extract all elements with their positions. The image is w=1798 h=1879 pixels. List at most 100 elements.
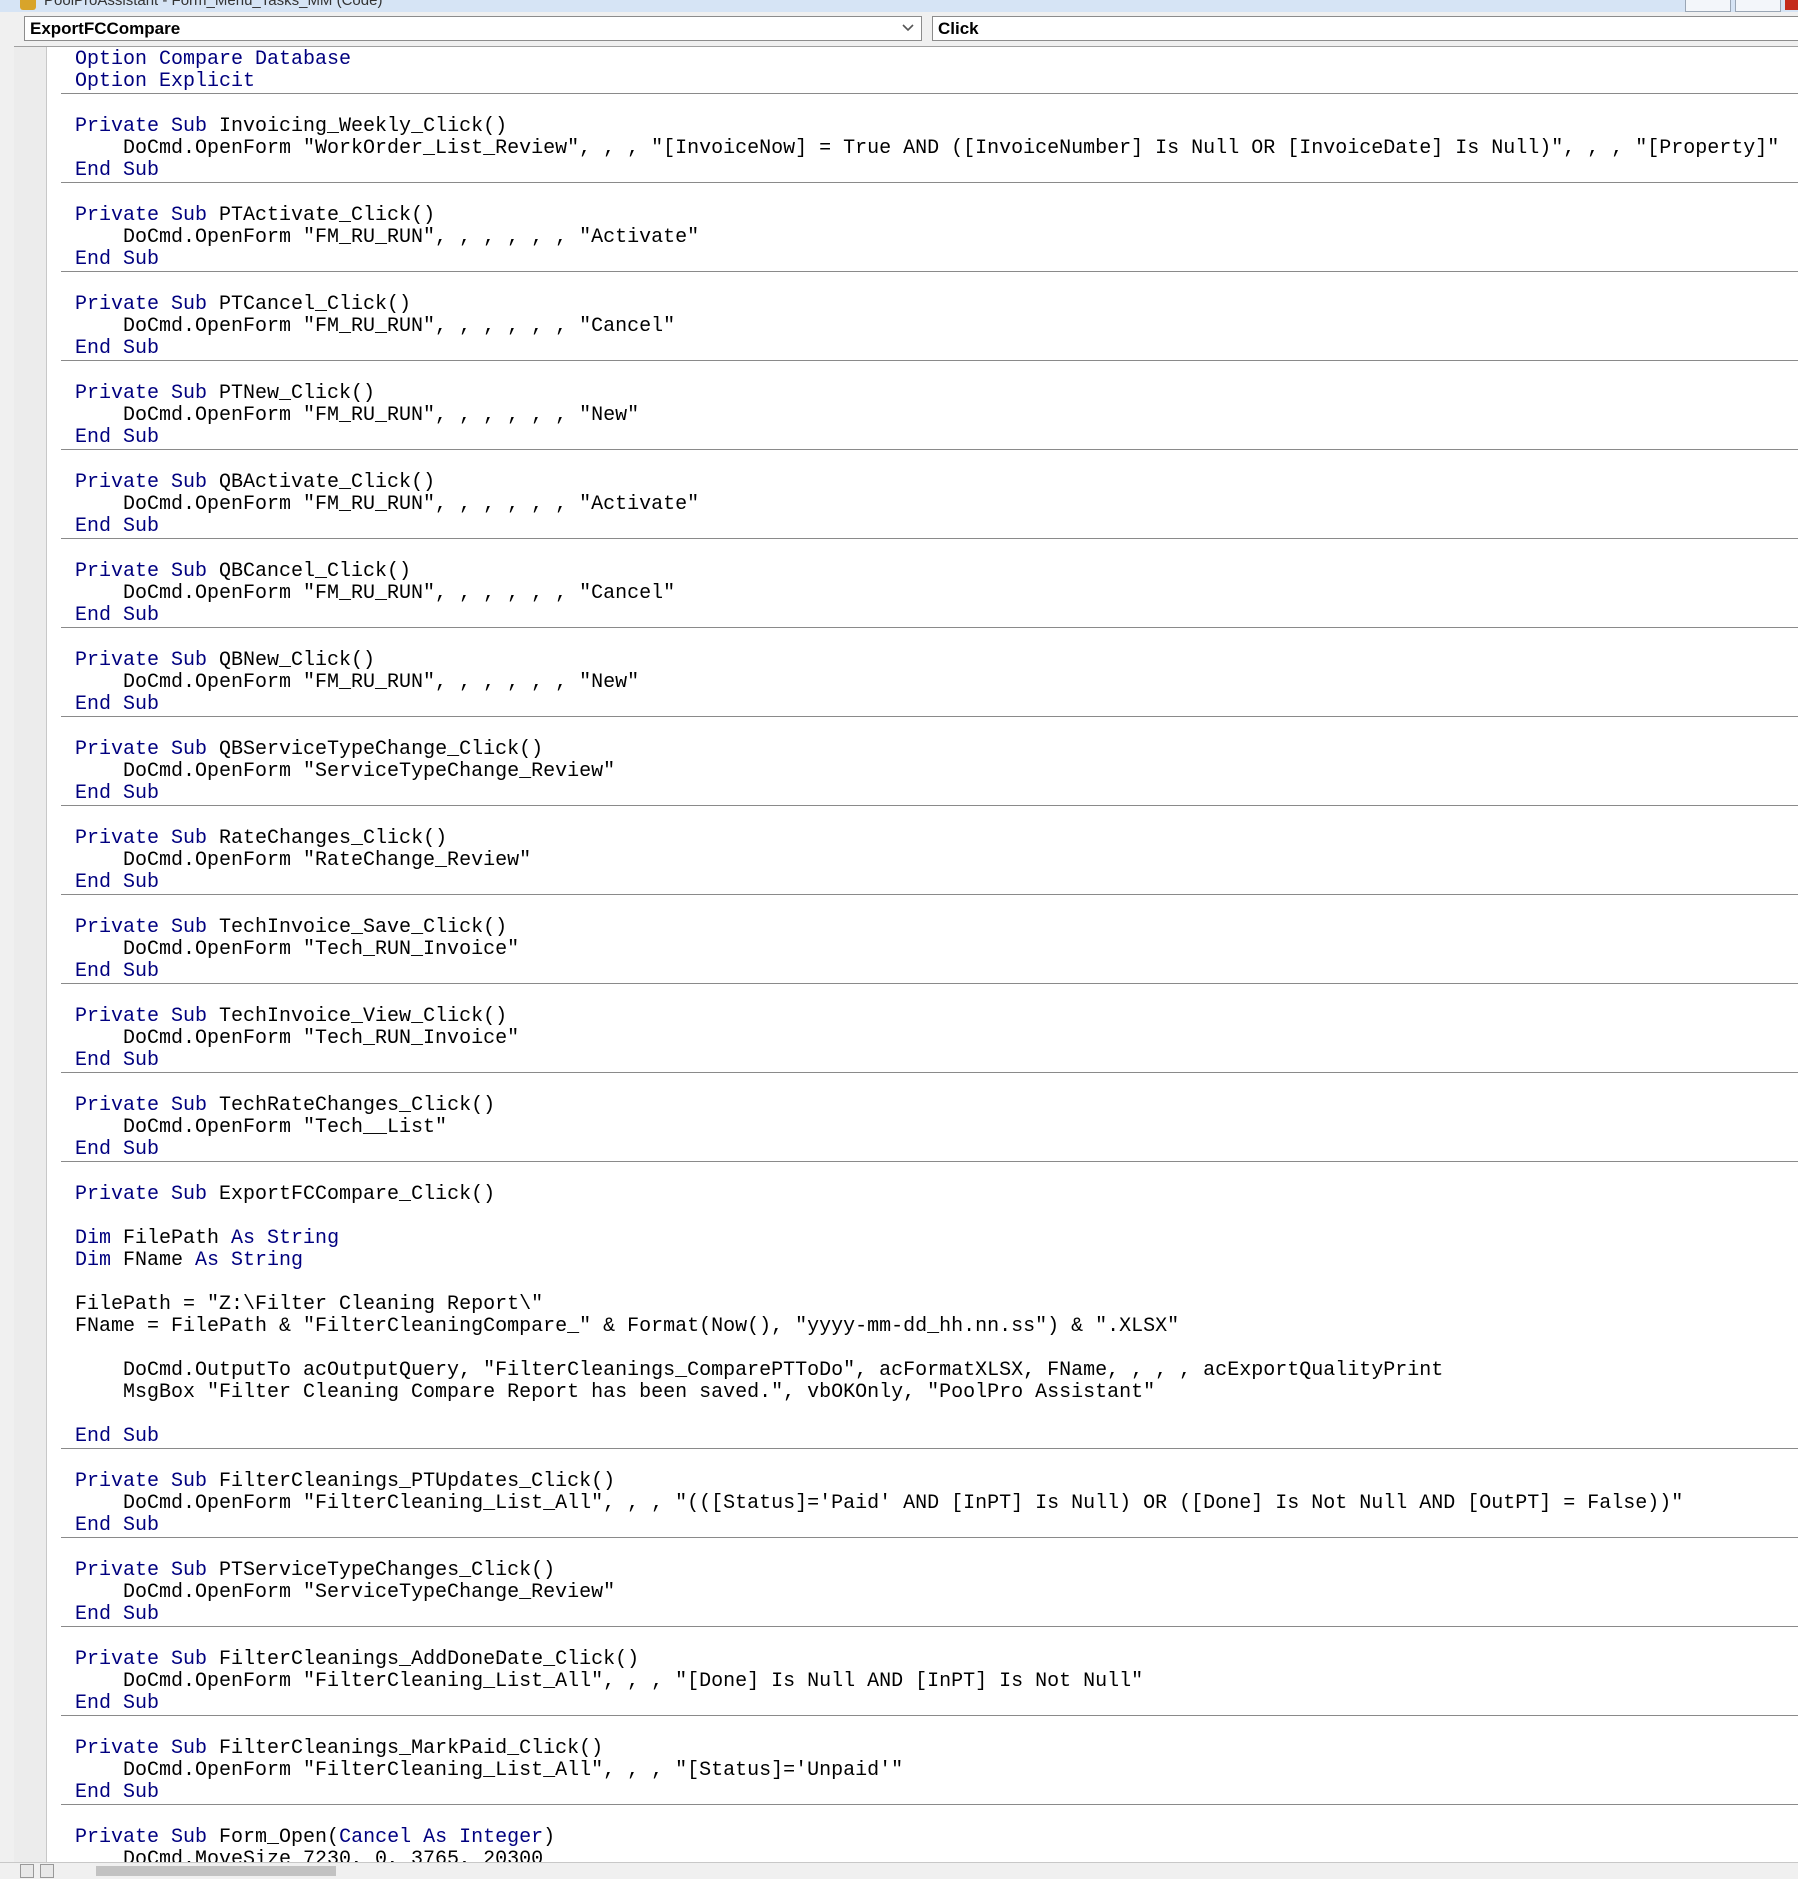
code-line[interactable]: End Sub [61,1693,1798,1716]
code-line[interactable]: End Sub [61,605,1798,628]
code-line[interactable]: Private Sub QBCancel_Click() [61,561,1798,583]
object-combobox[interactable]: ExportFCCompare [24,16,922,41]
code-line[interactable] [61,1404,1798,1426]
code-line[interactable]: Dim FilePath As String [61,1228,1798,1250]
code-line[interactable]: Private Sub ExportFCCompare_Click() [61,1184,1798,1206]
code-line[interactable]: MsgBox "Filter Cleaning Compare Report h… [61,1382,1798,1404]
code-line[interactable]: End Sub [61,1604,1798,1627]
code-line[interactable]: DoCmd.OpenForm "Tech_RUN_Invoice" [61,1028,1798,1050]
code-line[interactable]: DoCmd.OpenForm "RateChange_Review" [61,850,1798,872]
window-left-border [0,46,15,1862]
procedure-combobox[interactable]: Click [932,16,1798,41]
code-line[interactable]: End Sub [61,338,1798,361]
code-line[interactable]: DoCmd.OpenForm "FM_RU_RUN", , , , , , "N… [61,405,1798,427]
code-line[interactable]: DoCmd.OpenForm "FM_RU_RUN", , , , , , "N… [61,672,1798,694]
procedure-view-icon[interactable] [20,1864,34,1878]
code-line[interactable]: DoCmd.MoveSize 7230, 0, 3765, 20300 [61,1849,1798,1864]
code-text: TechRateChanges_Click() [219,1094,496,1117]
code-line[interactable]: Private Sub QBNew_Click() [61,650,1798,672]
code-line[interactable] [61,1206,1798,1228]
minimize-button[interactable] [1685,0,1731,12]
code-line[interactable] [61,1162,1798,1184]
code-line[interactable]: Private Sub Form_Open(Cancel As Integer) [61,1827,1798,1849]
code-text-area[interactable]: Option Compare Database Option Explicit P… [61,49,1798,1863]
maximize-button[interactable] [1735,0,1781,12]
code-line[interactable] [61,361,1798,383]
code-line[interactable] [61,1627,1798,1649]
code-line[interactable] [61,1716,1798,1738]
code-line[interactable] [61,628,1798,650]
code-line[interactable]: FName = FilePath & "FilterCleaningCompar… [61,1316,1798,1338]
code-line[interactable]: End Sub [61,249,1798,272]
code-line[interactable]: End Sub [61,694,1798,717]
full-module-view-icon[interactable] [40,1864,54,1878]
code-line[interactable]: DoCmd.OpenForm "ServiceTypeChange_Review… [61,1582,1798,1604]
code-line[interactable]: Private Sub RateChanges_Click() [61,828,1798,850]
code-line[interactable]: DoCmd.OpenForm "Tech__List" [61,1117,1798,1139]
code-line[interactable]: End Sub [61,1515,1798,1538]
code-line[interactable]: End Sub [61,1782,1798,1805]
code-line[interactable]: Dim FName As String [61,1250,1798,1272]
code-line[interactable] [61,1449,1798,1471]
code-line[interactable] [61,1538,1798,1560]
code-line[interactable] [61,450,1798,472]
code-line[interactable]: Private Sub TechInvoice_Save_Click() [61,917,1798,939]
code-line[interactable]: DoCmd.OpenForm "FilterCleaning_List_All"… [61,1493,1798,1515]
code-line[interactable]: FilePath = "Z:\Filter Cleaning Report\" [61,1294,1798,1316]
code-line[interactable]: DoCmd.OpenForm "Tech_RUN_Invoice" [61,939,1798,961]
code-line[interactable]: Private Sub PTActivate_Click() [61,205,1798,227]
code-line[interactable]: DoCmd.OpenForm "FM_RU_RUN", , , , , , "A… [61,227,1798,249]
code-line[interactable]: End Sub [61,160,1798,183]
code-line[interactable]: Option Explicit [61,71,1798,94]
code-line[interactable]: End Sub [61,783,1798,806]
code-line[interactable]: Private Sub PTCancel_Click() [61,294,1798,316]
code-line[interactable] [61,272,1798,294]
code-line[interactable]: End Sub [61,1426,1798,1449]
code-line[interactable] [61,717,1798,739]
margin-indicator-bar[interactable] [14,47,47,1863]
code-line[interactable] [61,94,1798,116]
code-line[interactable]: End Sub [61,1139,1798,1162]
code-line[interactable]: Private Sub PTServiceTypeChanges_Click() [61,1560,1798,1582]
code-line[interactable]: End Sub [61,872,1798,895]
code-line[interactable] [61,1272,1798,1294]
code-line[interactable] [61,895,1798,917]
code-line[interactable] [61,1073,1798,1095]
code-line[interactable]: Private Sub FilterCleanings_MarkPaid_Cli… [61,1738,1798,1760]
chevron-down-icon[interactable] [901,23,915,33]
code-line[interactable]: Private Sub QBServiceTypeChange_Click() [61,739,1798,761]
code-line[interactable] [61,539,1798,561]
code-line[interactable]: Private Sub FilterCleanings_PTUpdates_Cl… [61,1471,1798,1493]
code-line[interactable]: DoCmd.OpenForm "WorkOrder_List_Review", … [61,138,1798,160]
code-line[interactable] [61,183,1798,205]
code-line[interactable]: End Sub [61,1050,1798,1073]
code-line[interactable] [61,984,1798,1006]
code-line[interactable]: End Sub [61,961,1798,984]
code-line[interactable]: Private Sub PTNew_Click() [61,383,1798,405]
code-line[interactable] [61,1805,1798,1827]
code-line[interactable]: End Sub [61,516,1798,539]
code-editor[interactable]: Option Compare Database Option Explicit P… [14,46,1798,1863]
code-line[interactable]: Private Sub TechInvoice_View_Click() [61,1006,1798,1028]
code-line[interactable]: Private Sub QBActivate_Click() [61,472,1798,494]
code-line[interactable]: Private Sub TechRateChanges_Click() [61,1095,1798,1117]
code-line[interactable]: Option Compare Database [61,49,1798,71]
scrollbar-thumb[interactable] [96,1866,336,1876]
code-line[interactable]: DoCmd.OpenForm "FM_RU_RUN", , , , , , "C… [61,583,1798,605]
code-text: QBCancel_Click() [219,560,412,583]
horizontal-scrollbar[interactable] [0,1862,1798,1879]
code-line[interactable]: Private Sub FilterCleanings_AddDoneDate_… [61,1649,1798,1671]
code-line[interactable]: Private Sub Invoicing_Weekly_Click() [61,116,1798,138]
close-button[interactable] [1785,0,1798,10]
code-line[interactable]: DoCmd.OpenForm "FilterCleaning_List_All"… [61,1760,1798,1782]
code-line[interactable] [61,806,1798,828]
window-titlebar: PoolProAssistant - Form_Menu_Tasks_MM (C… [0,0,1798,12]
code-line[interactable]: DoCmd.OpenForm "ServiceTypeChange_Review… [61,761,1798,783]
code-line[interactable]: DoCmd.OpenForm "FM_RU_RUN", , , , , , "A… [61,494,1798,516]
code-line[interactable]: End Sub [61,427,1798,450]
code-line[interactable] [61,1338,1798,1360]
code-line[interactable]: DoCmd.OutputTo acOutputQuery, "FilterCle… [61,1360,1798,1382]
code-text: FilterCleanings_MarkPaid_Click() [219,1737,604,1760]
code-line[interactable]: DoCmd.OpenForm "FM_RU_RUN", , , , , , "C… [61,316,1798,338]
code-line[interactable]: DoCmd.OpenForm "FilterCleaning_List_All"… [61,1671,1798,1693]
